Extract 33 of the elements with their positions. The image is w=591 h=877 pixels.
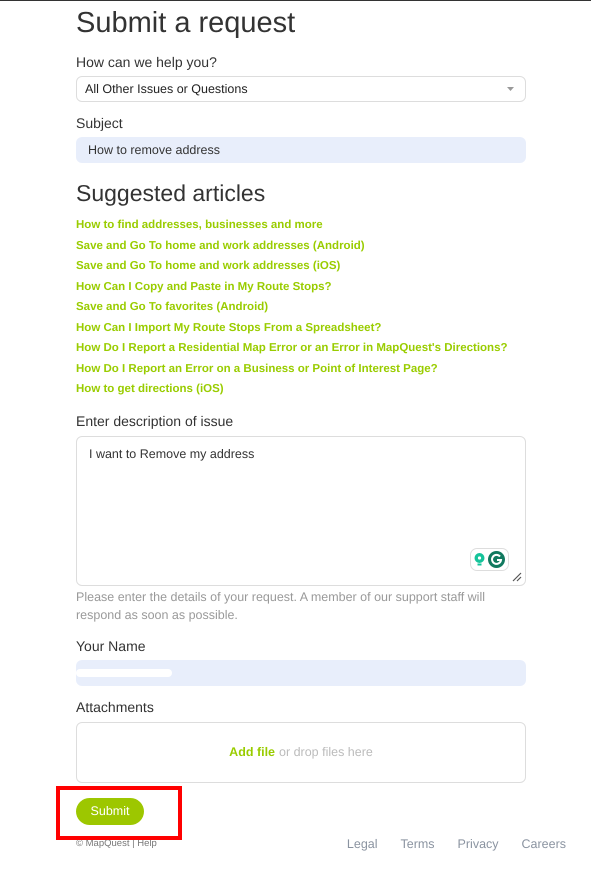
category-dropdown[interactable]: All Other Issues or Questions <box>76 76 526 102</box>
field-label: Your Name <box>76 636 147 654</box>
article-link[interactable]: How Can I Copy and Paste in My Route Stops? <box>76 276 526 297</box>
lightbulb-icon <box>474 552 485 566</box>
grammar-widget[interactable] <box>470 548 509 570</box>
footer-link[interactable]: Careers <box>522 836 566 850</box>
field-label: Subject <box>76 114 124 132</box>
subject-field[interactable]: How to remove address <box>76 137 526 163</box>
field-label: Attachments <box>76 698 155 716</box>
article-link[interactable]: Save and Go To home and work addresses (Android) <box>76 236 526 256</box>
footer-link[interactable]: Privacy <box>458 836 499 850</box>
g-logo-icon <box>488 550 505 568</box>
dropzone-text: or drop files here <box>279 745 373 759</box>
field-label: Enter description of issue <box>76 412 234 430</box>
footer-link[interactable]: Terms <box>400 836 435 850</box>
file-dropzone[interactable]: Add file or drop files here <box>76 722 526 782</box>
page-title: Submit a request <box>76 6 296 40</box>
resize-grip-icon[interactable] <box>512 572 522 582</box>
article-link[interactable]: Save and Go To favorites (Android) <box>76 297 526 318</box>
footer-link[interactable]: Legal <box>346 836 378 850</box>
add-file-link[interactable]: Add file <box>229 745 276 759</box>
description-field[interactable]: I want to Remove my address <box>76 436 526 586</box>
article-link[interactable]: Save and Go To home and work addresses (iOS) <box>76 256 526 276</box>
caret-icon <box>507 87 514 91</box>
article-link[interactable]: How Can I Import My Route Stops From a Spreadsheet? <box>76 318 526 338</box>
submit-button[interactable]: Submit <box>76 798 144 824</box>
article-link[interactable]: How to get directions (iOS) <box>76 379 526 400</box>
section-heading: Suggested articles <box>76 179 266 207</box>
help-text: Please enter the details of your request. A member of our support staff will respond as soon as possible. <box>76 588 486 624</box>
field-label: How can we help you? <box>76 53 218 71</box>
article-link[interactable]: How Do I Report an Error on a Business or Point of Interest Page? <box>76 358 526 379</box>
article-link[interactable]: How to find addresses, businesses and more <box>76 215 526 236</box>
article-link[interactable]: How Do I Report a Residential Map Error or an Error in MapQuest's Directions? <box>76 338 526 358</box>
